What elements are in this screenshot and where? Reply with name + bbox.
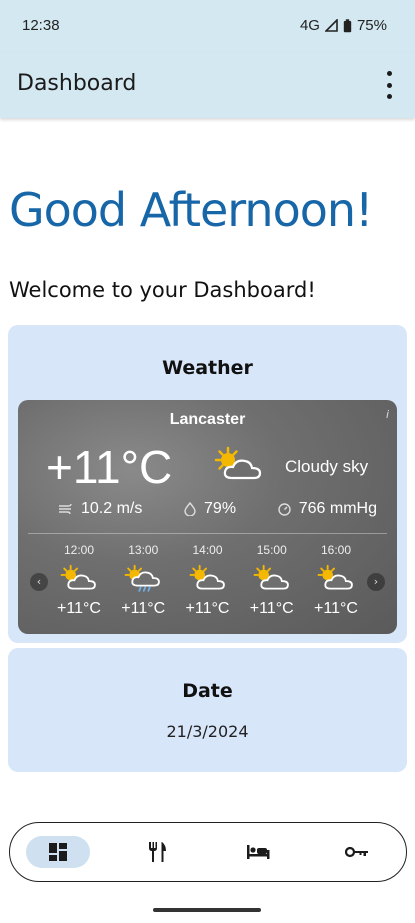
weather-city: Lancaster [169, 411, 246, 428]
battery-icon [343, 18, 352, 32]
date-card-title: Date [182, 680, 233, 702]
battery-level: 75% [356, 17, 387, 34]
rain-cloud-icon [124, 564, 161, 592]
widget-divider [28, 533, 387, 534]
hourly-temp: +11°C [314, 600, 358, 617]
nav-hotel[interactable] [226, 836, 290, 868]
humidity-drop-icon [184, 502, 196, 516]
partly-cloudy-icon [214, 446, 262, 480]
weather-card: Weather Lancaster i +11°C Cloudy sky 10.… [8, 325, 407, 643]
hourly-temp: +11°C [57, 600, 101, 617]
hourly-item: 12:00 +11°C [48, 543, 110, 618]
hourly-time: 16:00 [320, 543, 352, 557]
bottom-navigation [9, 822, 407, 882]
date-card: Date 21/3/2024 [8, 648, 407, 772]
pressure-value: 766 mmHg [298, 500, 377, 517]
weather-widget: Lancaster i +11°C Cloudy sky 10.2 m/s 79… [18, 400, 397, 634]
partly-cloudy-icon [189, 564, 225, 590]
app-bar: Dashboard [0, 52, 415, 118]
welcome-text: Welcome to your Dashboard! [9, 278, 316, 302]
hourly-time: 14:00 [192, 543, 223, 557]
partly-cloudy-icon [253, 564, 289, 590]
pressure-gauge-icon [278, 502, 291, 516]
pressure-stat: 766 mmHg [278, 500, 377, 518]
greeting-heading: Good Afternoon! [9, 183, 373, 237]
nav-dashboard[interactable] [26, 836, 90, 868]
wind-stat: 10.2 m/s [58, 500, 142, 518]
chevron-right-icon[interactable]: › [367, 573, 385, 591]
hourly-time: 15:00 [256, 543, 287, 557]
date-value: 21/3/2024 [166, 722, 249, 741]
wind-speed: 10.2 m/s [81, 500, 143, 517]
hourly-time: 12:00 [63, 543, 95, 557]
nav-restaurant[interactable] [125, 836, 189, 868]
hourly-temp: +11°C [249, 600, 294, 617]
bed-icon [247, 845, 270, 859]
restaurant-icon [149, 842, 166, 862]
dashboard-icon [49, 843, 67, 861]
more-vert-icon[interactable] [385, 71, 393, 99]
network-type: 4G [299, 17, 320, 34]
weather-stats: 10.2 m/s 79% 766 mmHg [58, 500, 377, 518]
app-title: Dashboard [17, 71, 137, 96]
info-icon[interactable]: i [386, 408, 389, 421]
nav-key[interactable] [325, 836, 389, 868]
chevron-left-icon[interactable]: ‹ [30, 573, 48, 591]
signal-icon [324, 19, 338, 32]
status-icons: 4G 75% [300, 17, 387, 34]
status-time: 12:38 [22, 17, 60, 34]
weather-card-title: Weather [162, 357, 253, 379]
status-bar: 12:38 4G 75% [0, 0, 415, 52]
weather-condition: Cloudy sky [285, 457, 369, 476]
humidity-value: 79% [204, 500, 237, 517]
humidity-stat: 79% [184, 500, 236, 518]
hourly-forecast: 12:00 +11°C 13:00 +11°C 14:00 +11°C 15:0… [48, 543, 367, 618]
partly-cloudy-icon [60, 564, 96, 590]
hourly-temp: +11°C [121, 600, 166, 617]
partly-cloudy-icon [317, 564, 353, 590]
gesture-bar[interactable] [153, 908, 261, 912]
hourly-item: 13:00 +11°C [112, 543, 174, 618]
wind-icon [59, 503, 72, 515]
key-icon [345, 846, 368, 858]
hourly-item: 15:00 +11°C [241, 543, 303, 618]
hourly-temp: +11°C [185, 600, 230, 617]
hourly-item: 16:00 +11°C [305, 543, 367, 618]
hourly-time: 13:00 [128, 543, 159, 557]
current-temperature: +11°C [46, 441, 173, 493]
hourly-item: 14:00 +11°C [177, 543, 239, 618]
